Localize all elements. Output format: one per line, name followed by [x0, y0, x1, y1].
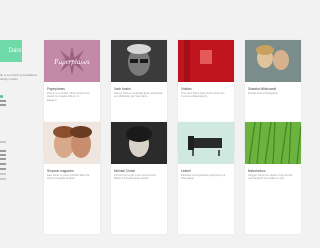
menu-item[interactable]: [0, 158, 6, 160]
grass-photo: [245, 122, 301, 164]
project-card-shopwin[interactable]: Shopwin magazine New ideas in photo port…: [44, 122, 100, 234]
card-thumbnail: [111, 122, 167, 164]
menu-item[interactable]: [0, 163, 6, 165]
card-description: Milano I & kanbeneden weeks: [114, 177, 149, 181]
logo-text: Dani: [8, 48, 21, 54]
card-description: whole fotografie prodekt: [47, 177, 75, 181]
card-title[interactable]: Paperplanes: [47, 87, 99, 91]
card-description: over wingsoft het stalles en een: [248, 177, 285, 181]
couple-photo: [245, 40, 301, 82]
card-thumbnail: [44, 122, 100, 164]
card-thumbnail: [245, 40, 301, 82]
project-card-leabel[interactable]: Leabel Reviews a fowl pictures-a big bun…: [178, 122, 234, 234]
sofa-photo: [178, 122, 234, 164]
menu-item[interactable]: [0, 168, 6, 170]
project-card-michael[interactable]: Michael Christi Portret from a girl in h…: [111, 122, 167, 234]
menu-item[interactable]: [0, 141, 6, 143]
card-thumbnail: [245, 122, 301, 164]
menu-item[interactable]: [0, 104, 6, 106]
menu-item[interactable]: [0, 178, 6, 180]
card-title[interactable]: Shanika Wilshowski: [248, 87, 300, 91]
card-thumbnail: Paperplanes: [44, 40, 100, 82]
card-title[interactable]: Natur/onboo: [248, 169, 300, 173]
card-title[interactable]: Michael Christi: [114, 169, 166, 173]
menu-item[interactable]: [0, 154, 6, 156]
faces-photo: [44, 122, 100, 164]
project-card-natur[interactable]: Natur/onboo Vlogger Johns ons deurs of z…: [245, 122, 301, 234]
status-dot: [0, 95, 3, 98]
menu-item[interactable]: [0, 100, 6, 102]
card-title[interactable]: Leabel: [181, 169, 233, 173]
card-description: Information: [181, 177, 194, 181]
card-description: Edges in: [47, 98, 58, 102]
card-thumbnail: [178, 122, 234, 164]
card-description: it comes independently: [181, 95, 208, 99]
red-photo: [178, 40, 234, 82]
menu-item[interactable]: [0, 173, 6, 175]
card-title[interactable]: Shopwin magazine: [47, 169, 99, 173]
menu-item[interactable]: [0, 150, 6, 152]
logo[interactable]: Dani: [0, 40, 22, 62]
girl-portrait-photo: [111, 122, 167, 164]
portrait-photo: [111, 40, 167, 82]
intro-line-2: design studio: [0, 77, 18, 81]
card-title[interactable]: Viridian: [181, 87, 233, 91]
card-description: een dribbelde van Vans Spot: [114, 95, 148, 99]
flower-icon: Paperplanes: [44, 40, 100, 82]
sidebar: Dani Ilk is a product & installation des…: [0, 0, 37, 248]
card-thumbnail: [111, 40, 167, 82]
card-description: Portrait serie photography: [248, 92, 278, 95]
thumb-label: Paperplanes: [53, 58, 90, 66]
card-thumbnail: [178, 40, 234, 82]
card-title[interactable]: Vanh bostin: [114, 87, 166, 91]
